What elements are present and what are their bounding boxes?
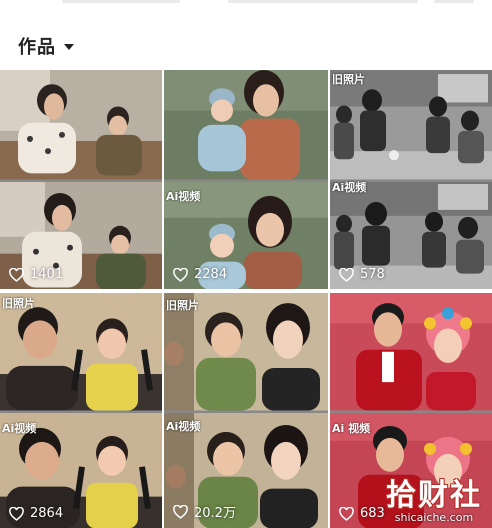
- like-count: 2864: [9, 506, 63, 521]
- heart-icon: [173, 267, 188, 282]
- tag-top: 旧照片: [332, 73, 365, 86]
- video-thumbnail[interactable]: Ai 视频 683 拾财社 shicaiche.com: [330, 293, 492, 528]
- tag-bottom: Ai视频: [332, 181, 367, 194]
- tag-bottom: Ai视频: [166, 420, 201, 433]
- like-count: 578: [339, 267, 385, 282]
- like-count: 2284: [173, 267, 227, 282]
- works-filter-dropdown[interactable]: 作品: [18, 33, 74, 59]
- top-tab-stub-right: [434, 0, 474, 3]
- works-grid: 1401 Ai视频 2284 旧照片 Ai视频 578 旧照片 Ai视频 286…: [0, 70, 492, 528]
- video-thumbnail[interactable]: Ai视频 2284: [164, 70, 328, 289]
- like-count-value: 683: [360, 506, 385, 521]
- heart-icon: [173, 504, 188, 519]
- video-thumbnail[interactable]: 1401: [0, 70, 162, 289]
- tag-top: 旧照片: [2, 297, 35, 310]
- photo-frame-original: [164, 70, 328, 180]
- video-thumbnail[interactable]: 旧照片 Ai视频 578: [330, 70, 492, 289]
- like-count-value: 20.2万: [194, 506, 236, 521]
- like-count: 683: [339, 506, 385, 521]
- site-watermark: 拾财社 shicaiche.com: [386, 478, 482, 525]
- heart-icon: [339, 506, 354, 521]
- tag-bottom: Ai 视频: [332, 422, 371, 435]
- photo-frame-original: [0, 70, 162, 180]
- heart-icon: [339, 267, 354, 282]
- caret-down-icon: [64, 44, 74, 50]
- heart-icon: [9, 267, 24, 282]
- works-section-title: 作品: [18, 37, 56, 58]
- tag-bottom: Ai视频: [166, 190, 201, 203]
- photo-frame-original: [330, 293, 492, 411]
- video-thumbnail[interactable]: 旧照片 Ai视频 20.2万: [164, 293, 328, 528]
- like-count-value: 2284: [194, 267, 228, 282]
- heart-icon: [9, 506, 24, 521]
- like-count: 1401: [9, 267, 63, 282]
- like-count-value: 2864: [30, 506, 64, 521]
- like-count: 20.2万: [173, 502, 236, 521]
- tag-top: 旧照片: [166, 299, 199, 312]
- top-tab-stub-left: [62, 0, 180, 3]
- video-thumbnail[interactable]: 旧照片 Ai视频 2864: [0, 293, 162, 528]
- tag-bottom: Ai视频: [2, 422, 37, 435]
- like-count-value: 1401: [30, 267, 64, 282]
- top-tab-stub-middle: [228, 0, 418, 3]
- watermark-logo-text: 拾财社: [386, 478, 482, 513]
- watermark-url: shicaiche.com: [394, 511, 474, 524]
- like-count-value: 578: [360, 267, 385, 282]
